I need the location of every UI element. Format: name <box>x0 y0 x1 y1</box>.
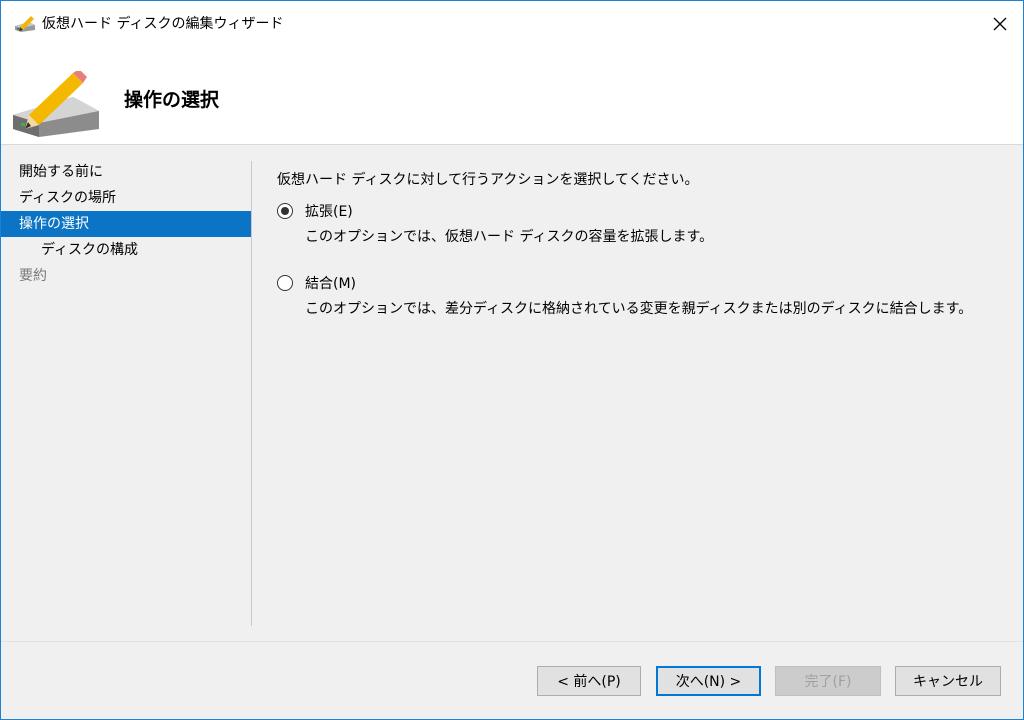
nav-item-summary: 要約 <box>19 268 47 284</box>
option-expand[interactable]: 拡張(E) <box>277 200 997 228</box>
expand-radio[interactable] <box>277 203 293 219</box>
disk-pencil-icon <box>13 71 99 137</box>
merge-description: このオプションでは、差分ディスクに格納されている変更を親ディスクまたは別のディス… <box>305 301 973 317</box>
expand-description: このオプションでは、仮想ハード ディスクの容量を拡張します。 <box>305 229 714 245</box>
close-icon <box>993 17 1007 31</box>
nav-item-configure-disk[interactable]: ディスクの構成 <box>1 237 251 263</box>
disk-edit-icon <box>15 16 35 32</box>
next-button[interactable]: 次へ(N) > <box>656 666 761 696</box>
title-bar: 仮想ハード ディスクの編集ウィザード <box>1 1 1023 47</box>
nav-item-choose-action[interactable]: 操作の選択 <box>1 211 251 237</box>
close-button[interactable] <box>977 1 1023 47</box>
wizard-window: 仮想ハード ディスクの編集ウィザード 操作の選択 開始する前に ディスクの場所 … <box>0 0 1024 720</box>
merge-radio[interactable] <box>277 275 293 291</box>
finish-button: 完了(F) <box>775 666 881 696</box>
page-title: 操作の選択 <box>124 89 220 111</box>
nav-item-before-you-begin[interactable]: 開始する前に <box>1 159 251 185</box>
instruction-text: 仮想ハード ディスクに対して行うアクションを選択してください。 <box>277 172 699 188</box>
wizard-steps-nav: 開始する前に ディスクの場所 操作の選択 ディスクの構成 要約 <box>1 159 251 289</box>
window-title: 仮想ハード ディスクの編集ウィザード <box>42 16 284 32</box>
nav-divider <box>251 161 252 626</box>
wizard-header: 操作の選択 <box>1 47 1023 145</box>
expand-label[interactable]: 拡張(E) <box>305 201 353 221</box>
footer-divider <box>1 641 1023 642</box>
option-merge[interactable]: 結合(M) <box>277 272 997 300</box>
cancel-button[interactable]: キャンセル <box>895 666 1001 696</box>
merge-label[interactable]: 結合(M) <box>305 273 356 293</box>
nav-item-disk-location[interactable]: ディスクの場所 <box>1 185 251 211</box>
main-content: 仮想ハード ディスクに対して行うアクションを選択してください。 拡張(E) この… <box>277 169 997 344</box>
previous-button[interactable]: < 前へ(P) <box>537 666 641 696</box>
